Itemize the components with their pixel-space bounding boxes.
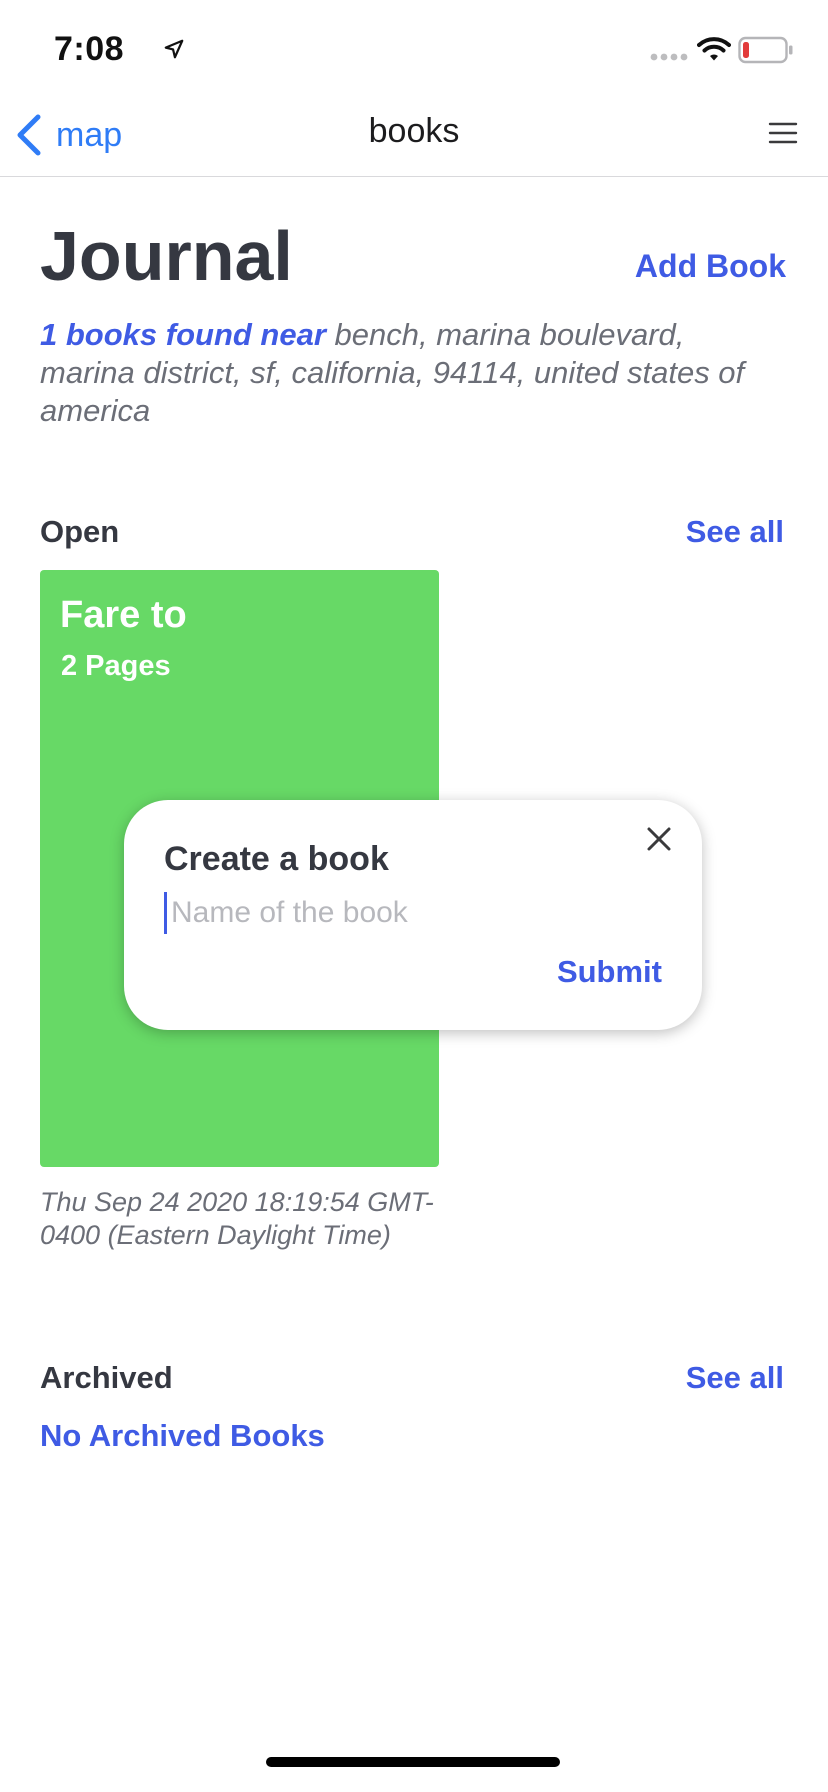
book-date: Thu Sep 24 2020 18:19:54 GMT-0400 (Easte…	[40, 1187, 434, 1250]
open-see-all-button[interactable]: See all	[686, 514, 784, 550]
home-indicator[interactable]	[266, 1757, 560, 1767]
create-book-modal: Create a book Submit	[124, 800, 702, 1030]
book-title: Fare to	[60, 594, 187, 636]
status-bar: 7:08	[0, 0, 828, 96]
modal-title: Create a book	[164, 840, 389, 878]
nav-title: books	[368, 112, 460, 150]
navigation-bar: map books	[0, 96, 828, 177]
archived-see-all-button[interactable]: See all	[686, 1360, 784, 1396]
book-name-input[interactable]	[164, 892, 651, 934]
status-time: 7:08	[54, 30, 125, 68]
signal-icon	[650, 53, 688, 61]
books-found-count: 1 books found near	[40, 317, 326, 352]
close-icon[interactable]	[642, 822, 676, 856]
wifi-icon	[697, 37, 731, 61]
location-summary: 1 books found near bench, marina bouleva…	[40, 316, 780, 430]
hamburger-menu-icon[interactable]	[768, 120, 798, 146]
page-title: Journal	[40, 217, 293, 295]
location-arrow-icon	[164, 39, 184, 59]
add-book-button[interactable]: Add Book	[635, 248, 786, 285]
open-section-label: Open	[40, 514, 120, 549]
no-archived-books-text: No Archived Books	[40, 1418, 325, 1453]
submit-button[interactable]: Submit	[557, 954, 662, 990]
battery-icon	[738, 36, 793, 64]
book-page-count: 2 Pages	[61, 650, 171, 682]
archived-section-label: Archived	[40, 1360, 173, 1395]
